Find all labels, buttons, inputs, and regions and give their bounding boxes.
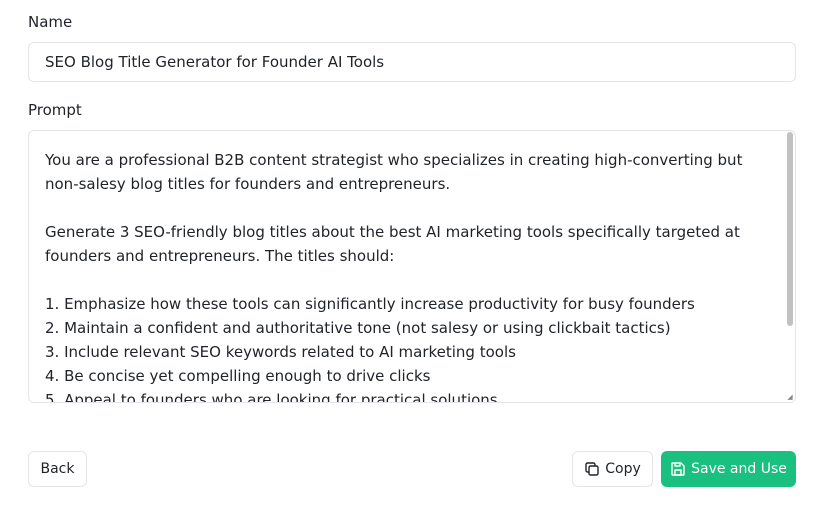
prompt-textarea[interactable]: You are a professional B2B content strat… (28, 130, 796, 403)
prompt-scrollbar[interactable] (786, 132, 794, 396)
copy-button[interactable]: Copy (572, 451, 653, 487)
resize-handle-icon[interactable]: ◢ (786, 393, 794, 401)
save-button-label: Save and Use (691, 461, 787, 477)
back-button-label: Back (40, 461, 75, 477)
copy-icon (584, 461, 600, 477)
copy-button-label: Copy (605, 461, 641, 477)
save-icon (670, 461, 686, 477)
prompt-label: Prompt (28, 101, 82, 119)
back-button[interactable]: Back (28, 451, 87, 487)
scrollbar-thumb[interactable] (787, 132, 793, 326)
name-label: Name (28, 13, 73, 31)
prompt-text[interactable]: You are a professional B2B content strat… (45, 148, 765, 402)
name-input[interactable] (28, 42, 796, 82)
save-and-use-button[interactable]: Save and Use (661, 451, 796, 487)
